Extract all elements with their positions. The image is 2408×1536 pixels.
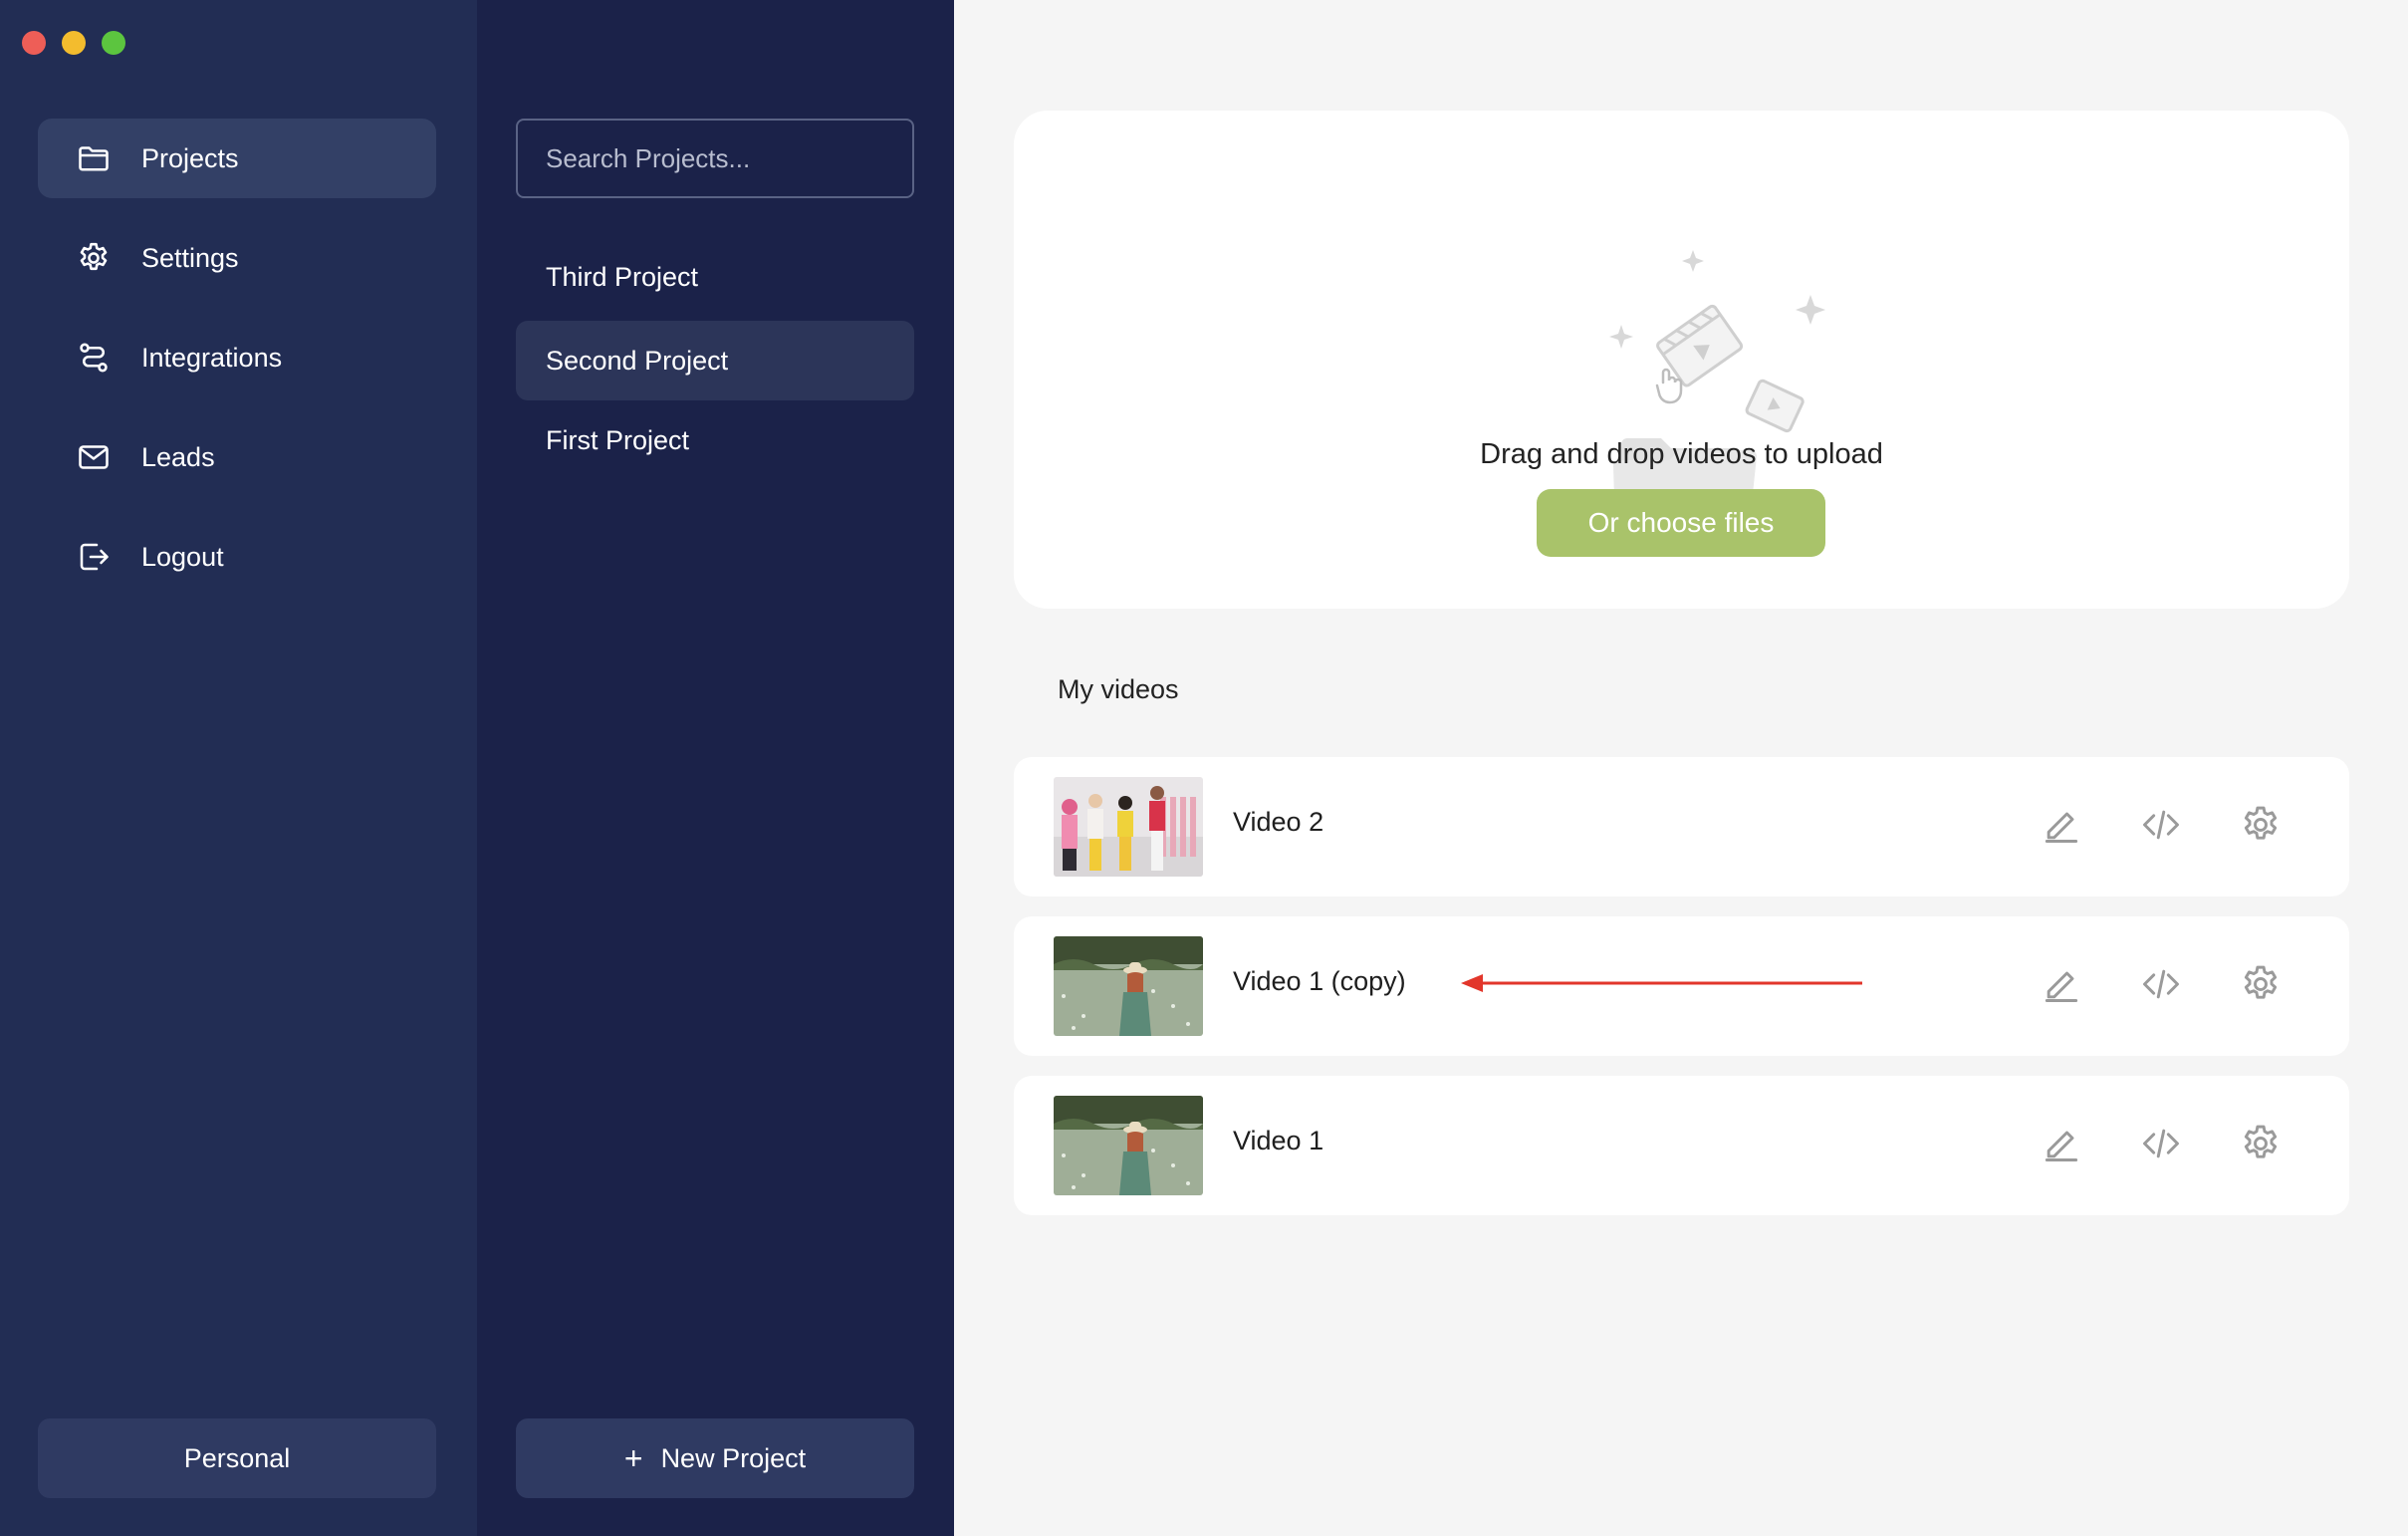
video-settings-gear-icon[interactable] — [2239, 962, 2283, 1006]
video-settings-gear-icon[interactable] — [2239, 803, 2283, 847]
new-project-label: New Project — [660, 1442, 807, 1473]
embed-code-icon[interactable] — [2139, 962, 2183, 1006]
edit-pencil-icon[interactable] — [2040, 1122, 2083, 1165]
embed-code-icon[interactable] — [2139, 803, 2183, 847]
video-thumbnail[interactable] — [1054, 1096, 1203, 1195]
choose-files-label: Or choose files — [1587, 507, 1775, 538]
route-icon — [80, 343, 108, 373]
search-projects-input[interactable] — [516, 119, 914, 198]
video-title: Video 2 — [1233, 807, 1324, 837]
video-thumbnail[interactable] — [1054, 777, 1203, 877]
mail-icon — [79, 445, 109, 469]
main-nav: Projects Settings Integrations Leads Log… — [0, 0, 477, 1536]
video-settings-gear-icon[interactable] — [2239, 1122, 2283, 1165]
video-thumbnail-image — [1054, 1096, 1203, 1195]
video-title: Video 1 (copy) — [1233, 966, 1406, 996]
nav-item-label: Projects — [141, 142, 239, 173]
nav-item-leads[interactable]: Leads — [38, 417, 436, 497]
main-content: Drag and drop videos to upload Or choose… — [954, 0, 2408, 1536]
edit-pencil-icon[interactable] — [2040, 962, 2083, 1006]
nav-item-label: Logout — [141, 541, 224, 572]
nav-item-settings[interactable]: Settings — [38, 218, 436, 298]
window-minimize-button[interactable] — [62, 31, 86, 55]
upload-instructions: Drag and drop videos to upload — [1480, 438, 1883, 470]
video-title: Video 1 — [1233, 1126, 1324, 1155]
project-item-third[interactable]: Third Project — [516, 237, 914, 317]
edit-pencil-icon[interactable] — [2040, 803, 2083, 847]
project-label: Second Project — [546, 345, 729, 376]
project-label: First Project — [546, 424, 690, 455]
embed-code-icon[interactable] — [2139, 1122, 2183, 1165]
window-zoom-button[interactable] — [102, 31, 125, 55]
workspace-button[interactable]: Personal — [38, 1418, 436, 1498]
nav-item-label: Leads — [141, 441, 215, 472]
project-item-first[interactable]: First Project — [516, 400, 914, 480]
plus-icon: + — [623, 1440, 643, 1476]
video-row[interactable]: Video 2 — [1014, 757, 2349, 896]
new-project-button[interactable]: + New Project — [516, 1418, 914, 1498]
video-thumbnail-image — [1054, 777, 1203, 877]
video-thumbnail[interactable] — [1054, 936, 1203, 1036]
projects-panel: Third Project Second Project First Proje… — [477, 0, 954, 1536]
logout-icon — [80, 543, 109, 571]
project-label: Third Project — [546, 261, 699, 292]
nav-item-label: Integrations — [141, 342, 283, 373]
gear-icon — [80, 242, 108, 271]
annotation-arrow-icon — [1461, 974, 1862, 992]
nav-item-projects[interactable]: Projects — [38, 119, 436, 198]
upload-dropzone[interactable]: Drag and drop videos to upload Or choose… — [1014, 111, 2349, 609]
folder-icon — [79, 146, 109, 171]
video-row[interactable]: Video 1 — [1014, 1076, 2349, 1215]
nav-item-logout[interactable]: Logout — [38, 517, 436, 597]
workspace-label: Personal — [183, 1442, 291, 1473]
nav-item-integrations[interactable]: Integrations — [38, 318, 436, 397]
section-heading: My videos — [1058, 674, 1179, 704]
nav-item-label: Settings — [141, 242, 239, 273]
window-close-button[interactable] — [22, 31, 46, 55]
video-thumbnail-image — [1054, 936, 1203, 1036]
choose-files-button[interactable]: Or choose files — [1537, 489, 1825, 557]
project-item-second[interactable]: Second Project — [516, 321, 914, 400]
